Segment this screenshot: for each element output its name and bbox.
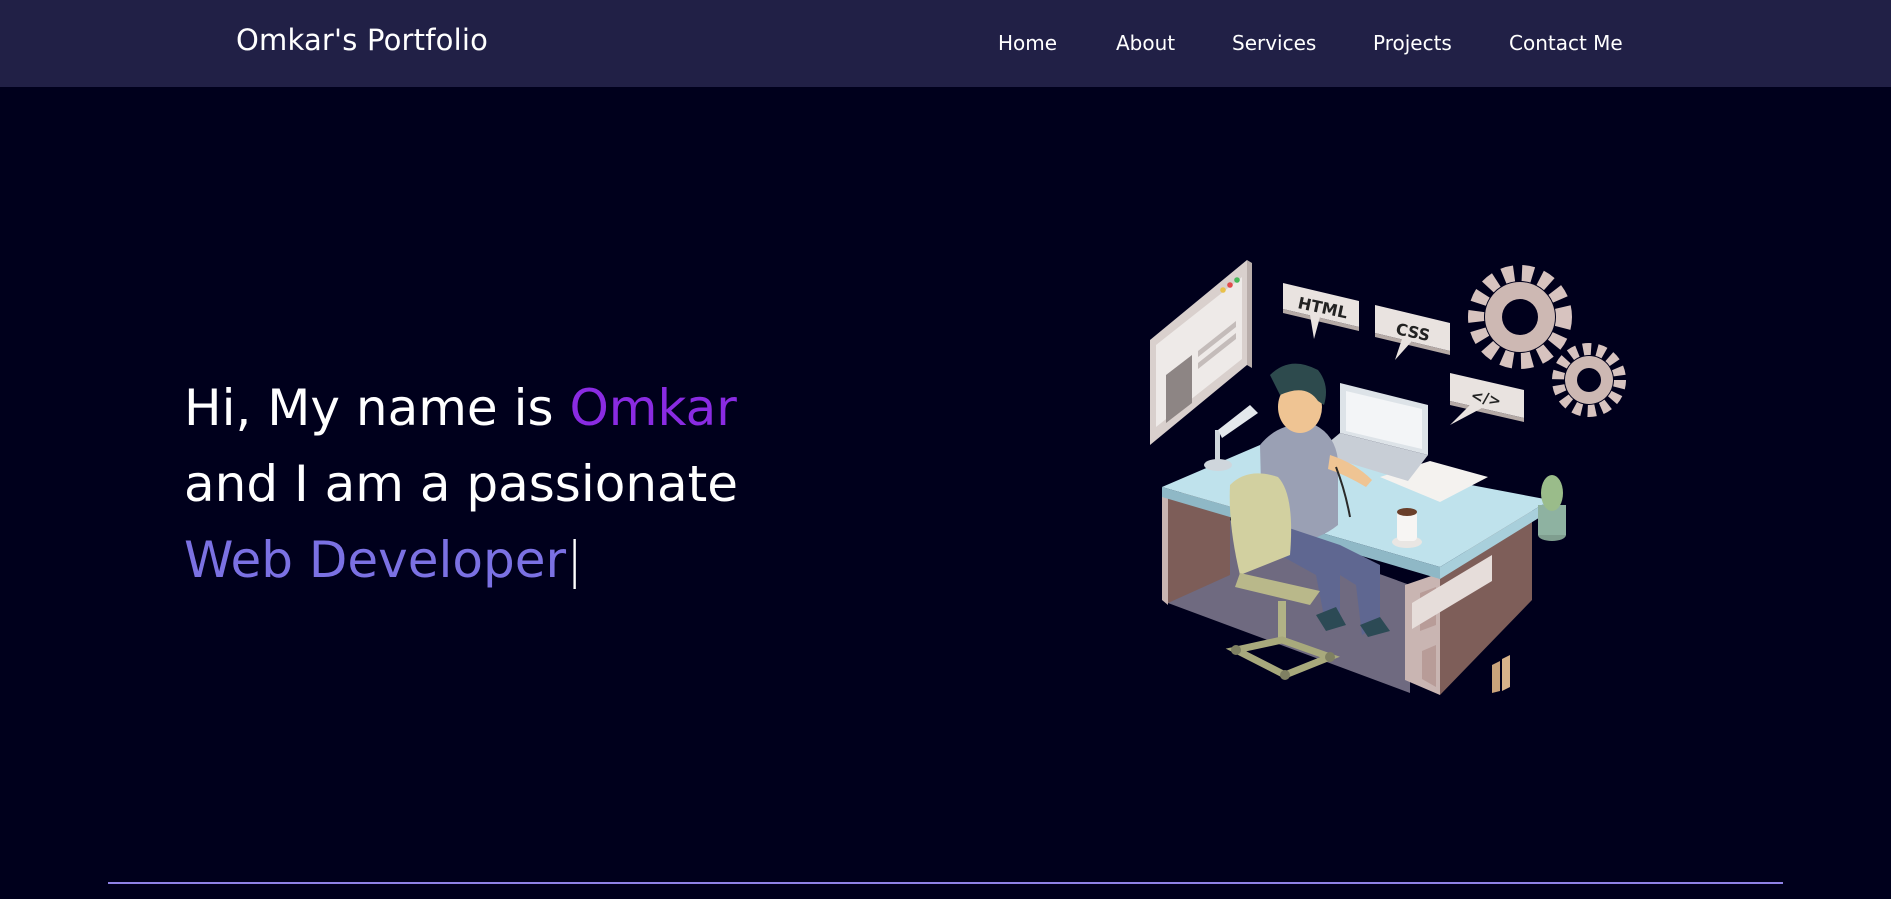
hero-heading: Hi, My name is Omkar and I am a passiona… <box>184 370 738 598</box>
brand-logo[interactable]: Omkar's Portfolio <box>236 23 488 57</box>
section-divider <box>108 882 1783 884</box>
hero-role: Web Developer <box>184 531 567 589</box>
nav-about[interactable]: About <box>1116 31 1175 55</box>
css-bubble-icon: CSS <box>1375 305 1450 360</box>
hero-greeting: Hi, My name is <box>184 379 570 437</box>
nav-contact-me[interactable]: Contact Me <box>1509 31 1623 55</box>
nav-projects[interactable]: Projects <box>1373 31 1452 55</box>
nav-services[interactable]: Services <box>1232 31 1316 55</box>
small-gear-icon <box>1552 343 1626 417</box>
code-bubble-icon: </> <box>1450 373 1524 425</box>
hero-name: Omkar <box>569 379 737 437</box>
navbar: Omkar's Portfolio Home About Services Pr… <box>0 0 1891 87</box>
hero-line-2: and I am a passionate <box>184 455 739 513</box>
hero-line-3: Web Developer| <box>184 522 738 598</box>
plant-icon <box>1538 475 1566 541</box>
large-gear-icon <box>1468 265 1572 369</box>
typing-cursor: | <box>566 531 583 589</box>
nav-home[interactable]: Home <box>998 31 1057 55</box>
hero-line-1: Hi, My name is Omkar <box>184 370 738 446</box>
developer-at-desk-illustration: HTML CSS </> <box>1150 260 1626 695</box>
html-bubble-icon: HTML <box>1283 283 1359 339</box>
